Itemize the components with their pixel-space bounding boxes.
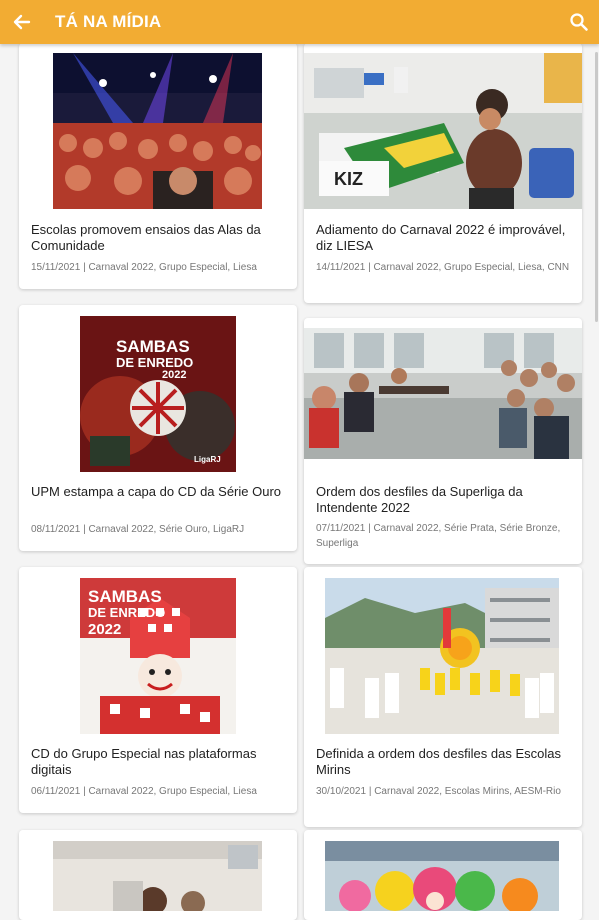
- article-title: Definida a ordem dos desfiles das Escola…: [316, 746, 561, 777]
- article-card[interactable]: SAMBAS DE ENREDO 2022 LigaRJ UPM estampa…: [19, 305, 297, 551]
- article-card[interactable]: [19, 830, 297, 920]
- article-card[interactable]: [304, 830, 582, 920]
- cover-title-line2: DE ENREDO: [88, 605, 165, 620]
- cover-year: 2022: [88, 621, 121, 638]
- article-card[interactable]: Ordem dos desfiles da Superliga da Inten…: [304, 318, 582, 564]
- article-card[interactable]: Escolas promovem ensaios das Alas da Com…: [19, 43, 297, 289]
- article-title: Adiamento do Carnaval 2022 é improvável,…: [316, 222, 566, 253]
- article-image-concert-crowd: [53, 53, 262, 209]
- article-meta: 08/11/2021 | Carnaval 2022, Série Ouro, …: [31, 524, 245, 535]
- cover-title-line2: DE ENREDO: [116, 355, 193, 370]
- article-image-parade: [325, 578, 559, 734]
- cover-title-line1: SAMBAS: [88, 587, 162, 606]
- article-meta: 30/10/2021 | Carnaval 2022, Escolas Miri…: [316, 786, 561, 797]
- article-meta: 15/11/2021 | Carnaval 2022, Grupo Especi…: [31, 262, 257, 273]
- cover-title-line1: SAMBAS: [116, 337, 190, 356]
- album-cover-serie-ouro: SAMBAS DE ENREDO 2022 LigaRJ: [80, 316, 236, 472]
- scrollbar[interactable]: [595, 52, 598, 322]
- article-image-meeting: [304, 328, 582, 459]
- article-image-room: [53, 841, 262, 911]
- back-arrow-icon[interactable]: [12, 12, 32, 32]
- app-bar: TÁ NA MÍDIA: [0, 0, 599, 44]
- article-card[interactable]: SAMBAS DE ENREDO 2022 CD do Grupo Especi…: [19, 567, 297, 813]
- article-meta: 06/11/2021 | Carnaval 2022, Grupo Especi…: [31, 786, 257, 797]
- cover-year: 2022: [162, 369, 186, 381]
- cover-logo: LigaRJ: [194, 455, 221, 464]
- svg-text:KIZ: KIZ: [334, 169, 363, 189]
- article-image-clown-wigs: [325, 841, 559, 911]
- article-meta: 07/11/2021 | Carnaval 2022, Série Prata,…: [316, 523, 561, 549]
- article-card[interactable]: KIZ Adiamento do Carnaval 2022 é imprová…: [304, 43, 582, 303]
- article-card[interactable]: Definida a ordem dos desfiles das Escola…: [304, 567, 582, 827]
- album-cover-grupo-especial: SAMBAS DE ENREDO 2022: [80, 578, 236, 734]
- article-title: UPM estampa a capa do CD da Série Ouro: [31, 484, 282, 499]
- article-title: Ordem dos desfiles da Superliga da Inten…: [316, 484, 523, 515]
- article-title: CD do Grupo Especial nas plataformas dig…: [31, 746, 257, 777]
- article-image-seamstress: KIZ: [304, 53, 582, 209]
- search-icon[interactable]: [569, 12, 589, 32]
- page-title: TÁ NA MÍDIA: [55, 12, 162, 31]
- article-meta: 14/11/2021 | Carnaval 2022, Grupo Especi…: [316, 262, 570, 273]
- article-title: Escolas promovem ensaios das Alas da Com…: [31, 222, 261, 253]
